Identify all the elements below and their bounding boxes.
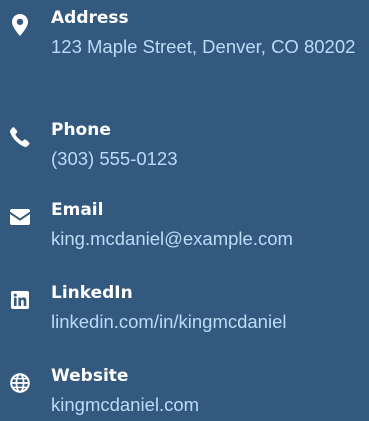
linkedin-label: LinkedIn [51,283,133,303]
address-value: 123 Maple Street, Denver, CO 80202 [51,36,356,57]
email-label: Email [51,200,104,220]
email-value[interactable]: king.mcdaniel@example.com [51,224,369,254]
linkedin-icon [9,289,31,311]
contact-info-list: Address 123 Maple Street, Denver, CO 802… [0,0,369,421]
globe-icon [9,372,31,394]
map-marker-icon [9,14,31,36]
phone-icon [9,126,31,148]
website-label: Website [51,366,129,386]
address-label: Address [51,8,129,28]
phone-label: Phone [51,120,111,140]
linkedin-value[interactable]: linkedin.com/in/kingmcdaniel [51,307,369,337]
website-value[interactable]: kingmcdaniel.com [51,390,369,420]
envelope-icon [9,206,31,228]
phone-value: (303) 555-0123 [51,148,178,169]
